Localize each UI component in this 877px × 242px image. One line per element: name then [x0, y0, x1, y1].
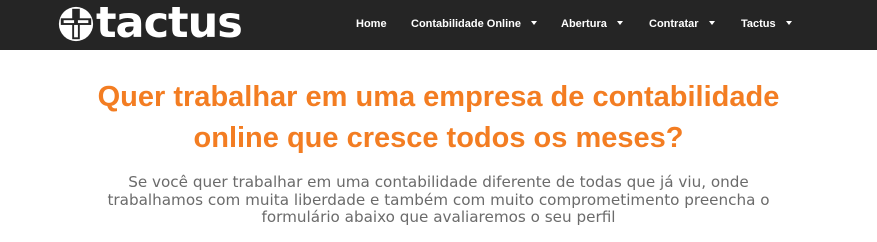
nav-item-label: Tactus — [741, 18, 776, 30]
nav-item-contabilidade-online[interactable]: Contabilidade Online — [411, 17, 538, 31]
nav-item-tactus[interactable]: Tactus — [741, 17, 792, 31]
logo-wordmark: tactus — [96, 0, 243, 48]
tactus-logo[interactable]: tactus — [57, 0, 243, 48]
nav-item-label: Contabilidade Online — [411, 18, 522, 30]
description-line-3: formulário abaixo que avaliaremos o seu … — [261, 208, 616, 226]
caret-down-icon — [531, 21, 538, 26]
nav-item-contratar[interactable]: Contratar — [649, 17, 715, 31]
caret-down-icon — [616, 21, 623, 26]
tactus-logo-icon — [58, 6, 94, 42]
caret-down-icon — [708, 21, 715, 26]
page-headline: Quer trabalhar em uma empresa de contabi… — [0, 77, 877, 159]
headline-line-2: online que cresce todos os meses? — [193, 122, 684, 154]
description-line-1: Se você quer trabalhar em uma contabilid… — [128, 173, 749, 191]
description-line-2: trabalhamos com muita liberdade e também… — [107, 190, 770, 209]
headline-line-1: Quer trabalhar em uma empresa de contabi… — [97, 81, 780, 113]
page-description: Se você quer trabalhar em uma contabilid… — [0, 173, 877, 227]
nav-item-label: Home — [356, 18, 387, 30]
caret-down-icon — [785, 21, 792, 26]
top-navigation-bar: tactus Home Contabilidade Online Abertur… — [0, 0, 877, 50]
nav-item-home[interactable]: Home — [356, 17, 387, 31]
nav-item-abertura[interactable]: Abertura — [561, 17, 623, 31]
nav-item-label: Contratar — [649, 18, 699, 30]
nav-item-label: Abertura — [561, 18, 607, 30]
